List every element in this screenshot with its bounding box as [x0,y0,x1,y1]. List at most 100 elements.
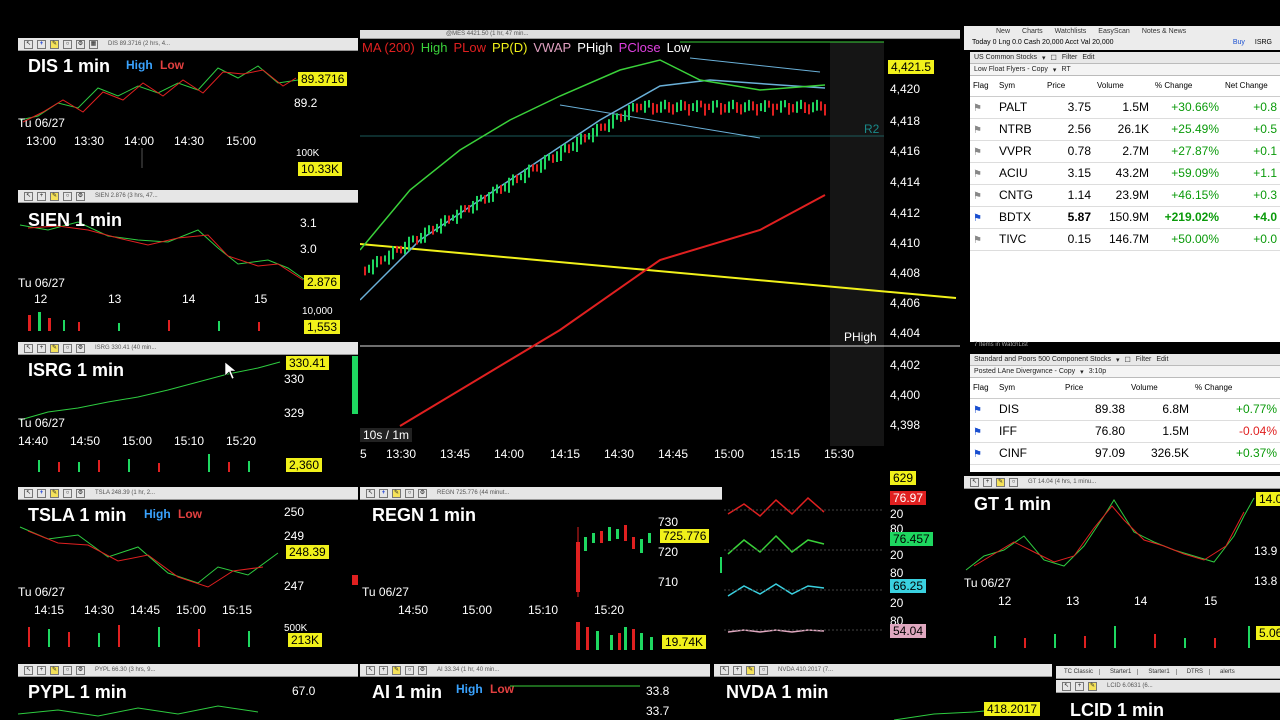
cell-volume: 2.7M [1094,140,1152,163]
candle [384,255,386,262]
tab-tc-classic[interactable]: TC Classic [1058,669,1101,675]
candle [444,215,446,227]
regn-chart-pane[interactable]: ↖ + ✎ ○ ⚙ REGN 725.776 (44 minut... REGN 1 m… [360,487,722,650]
buy-button[interactable]: Buy [1233,39,1245,46]
watchlist-row[interactable]: ⚑ BDTX 5.87 150.9M +219.02% +4.0 [970,206,1280,229]
col-flag[interactable]: Flag [970,76,996,97]
scan-name[interactable]: Low Float Flyers - Copy [974,66,1048,73]
x-label: 13:45 [440,447,471,461]
col-price[interactable]: Price [1062,378,1128,399]
watchlist-row[interactable]: ⚑ TIVC 0.15 146.7M +50.00% +0.0 [970,228,1280,251]
x-label: 15:15 [222,603,253,617]
osc-tag-pink: 54.04 [890,624,927,638]
chevron-down-icon[interactable]: ▾ [1042,54,1046,62]
oscillator-pane[interactable]: 629 76.97 20 80 76.457 20 80 66.25 20 80… [724,470,960,650]
tab-starter1[interactable]: Starter1 [1104,669,1139,675]
filter-checkbox[interactable]: ☐ [1051,54,1057,62]
volume-profile-bar [352,356,358,414]
date-label: Tu 06/27 [18,116,65,130]
watchlist-row[interactable]: ⚑ CNTG 1.14 23.9M +46.15% +0.3 [970,184,1280,207]
flag-icon[interactable]: ⚑ [970,96,996,119]
cursor-icon[interactable]: ↖ [1062,681,1071,691]
col-pct-change[interactable]: % Change [1152,76,1222,97]
menu-easyscan[interactable]: EasyScan [1098,28,1130,35]
chevron-down-icon[interactable]: ▾ [1053,66,1057,74]
tab-starter1-b[interactable]: Starter1 [1142,669,1177,675]
isrg-chart-pane[interactable]: ↖ + ✎ ○ ⚙ ISRG 330.41 (40 min... ISRG 1 min … [18,342,358,476]
candle [756,104,758,116]
crosshair-icon[interactable]: + [1075,681,1084,691]
flag-icon[interactable]: ⚑ [970,398,996,421]
watchlist-name[interactable]: Standard and Poors 500 Component Stocks [974,356,1111,363]
col-price[interactable]: Price [1044,76,1094,97]
col-net-change[interactable]: Net Change [1222,76,1280,97]
chart-toolbar[interactable]: ↖ + ✎ LCID 6.0631 (6... [1056,680,1280,693]
candle [700,100,702,108]
symbol-field[interactable]: ISRG [1255,39,1272,46]
dis-chart-pane[interactable]: ↖ + ✎ ○ ⚙ ▦ DIS 89.3716 (2 hrs, 4... DIS 1 mi… [18,38,358,180]
col-sym[interactable]: Sym [996,76,1044,97]
col-flag[interactable]: Flag [970,378,996,399]
watchlist-row[interactable]: ⚑ IFF 76.80 1.5M -0.04% [970,420,1280,443]
cell-price: 1.14 [1044,184,1094,207]
watchlist-footer: 7 Items in WatchList [974,342,1028,348]
gt-chart-pane[interactable]: ↖ + ✎ ○ GT 14.04 (4 hrs, 1 minu... GT 1 min… [964,476,1280,650]
price-tag: 330.41 [286,356,329,370]
flag-icon[interactable]: ⚑ [970,118,996,141]
flag-icon[interactable]: ⚑ [970,228,996,251]
scan-name[interactable]: Posted LAne Divergwnce - Copy [974,368,1075,375]
menu-charts[interactable]: Charts [1022,28,1043,35]
ma-line [360,79,826,301]
tsla-chart-pane[interactable]: ↖ + ✎ ○ ⚙ TSLA 248.39 (1 hr, 2... TSLA 1 min… [18,487,358,650]
chevron-down-icon[interactable]: ▾ [1116,356,1120,364]
refresh-mode[interactable]: RT [1061,66,1070,73]
chevron-down-icon[interactable]: ▾ [1080,368,1084,376]
tab-dtrs[interactable]: DTRS [1181,669,1211,675]
ai-chart-pane[interactable]: ↖ + ✎ ○ ⚙ AI 33.34 (1 hr, 40 min... AI 1 min… [360,664,710,720]
flag-icon[interactable]: ⚑ [970,420,996,443]
filter-label[interactable]: Filter [1062,54,1078,61]
date-label: Tu 06/27 [964,576,1011,590]
pypl-chart-pane[interactable]: ↖ + ✎ ○ ⚙ PYPL 66.30 (3 hrs, 9... PYPL 1 min… [18,664,358,720]
col-sym[interactable]: Sym [996,378,1062,399]
menu-notes-news[interactable]: Notes & News [1142,28,1186,35]
watchlist-us-common[interactable]: US Common Stocks ▾ ☐ Filter Edit Low Float… [970,52,1280,342]
candle [472,200,474,214]
flag-icon[interactable]: ⚑ [970,184,996,207]
menu-new[interactable]: New [996,28,1010,35]
x-label: 14:45 [130,603,161,617]
pencil-icon[interactable]: ✎ [1088,681,1097,691]
watchlist-row[interactable]: ⚑ PALT 3.75 1.5M +30.66% +0.8 [970,96,1280,119]
watchlist-row[interactable]: ⚑ CINF 97.09 326.5K +0.37% [970,442,1280,465]
candle [636,103,638,113]
flag-icon[interactable]: ⚑ [970,162,996,185]
watchlist-row[interactable]: ⚑ ACIU 3.15 43.2M +59.09% +1.1 [970,162,1280,185]
y-label: 4,404 [890,326,921,340]
sien-chart-pane[interactable]: ↖ + ✎ ○ ⚙ SIEN 2.876 (3 hrs, 47... SIEN 1 mi… [18,190,358,336]
watchlist-name[interactable]: US Common Stocks [974,54,1037,61]
tab-alerts[interactable]: alerts [1214,669,1241,675]
nvda-chart-pane[interactable]: ↖ + ✎ ○ NVDA 410.2017 (7... NVDA 1 min 418.… [714,664,1052,720]
col-volume[interactable]: Volume [1094,76,1152,97]
lcid-chart-pane[interactable]: TC Classic Starter1 Starter1 DTRS alerts… [1056,666,1280,720]
watchlist-row[interactable]: ⚑ VVPR 0.78 2.7M +27.87% +0.1 [970,140,1280,163]
x-label: 14:00 [494,447,525,461]
edit-menu[interactable]: Edit [1082,54,1094,61]
filter-checkbox[interactable]: ☐ [1125,356,1131,364]
filter-label[interactable]: Filter [1136,356,1152,363]
candle [744,102,746,113]
flag-icon[interactable]: ⚑ [970,140,996,163]
price-tag: 418.2017 [984,702,1041,716]
cell-volume: 1.5M [1094,96,1152,119]
col-volume[interactable]: Volume [1128,378,1192,399]
col-pct-change[interactable]: % Change [1192,378,1280,399]
watchlist-sp500[interactable]: Standard and Poors 500 Component Stocks ▾… [970,354,1280,472]
flag-icon[interactable]: ⚑ [970,206,996,229]
flag-icon[interactable]: ⚑ [970,442,996,465]
price-line-down [27,225,304,281]
watchlist-row[interactable]: ⚑ NTRB 2.56 26.1K +25.49% +0.5 [970,118,1280,141]
watchlist-row[interactable]: ⚑ DIS 89.38 6.8M +0.77% [970,398,1280,421]
edit-menu[interactable]: Edit [1156,356,1168,363]
menu-watchlists[interactable]: Watchlists [1055,28,1087,35]
futures-main-chart-pane[interactable]: @MES 4421.50 (1 hr, 47 min... MA (200) H… [360,30,960,468]
